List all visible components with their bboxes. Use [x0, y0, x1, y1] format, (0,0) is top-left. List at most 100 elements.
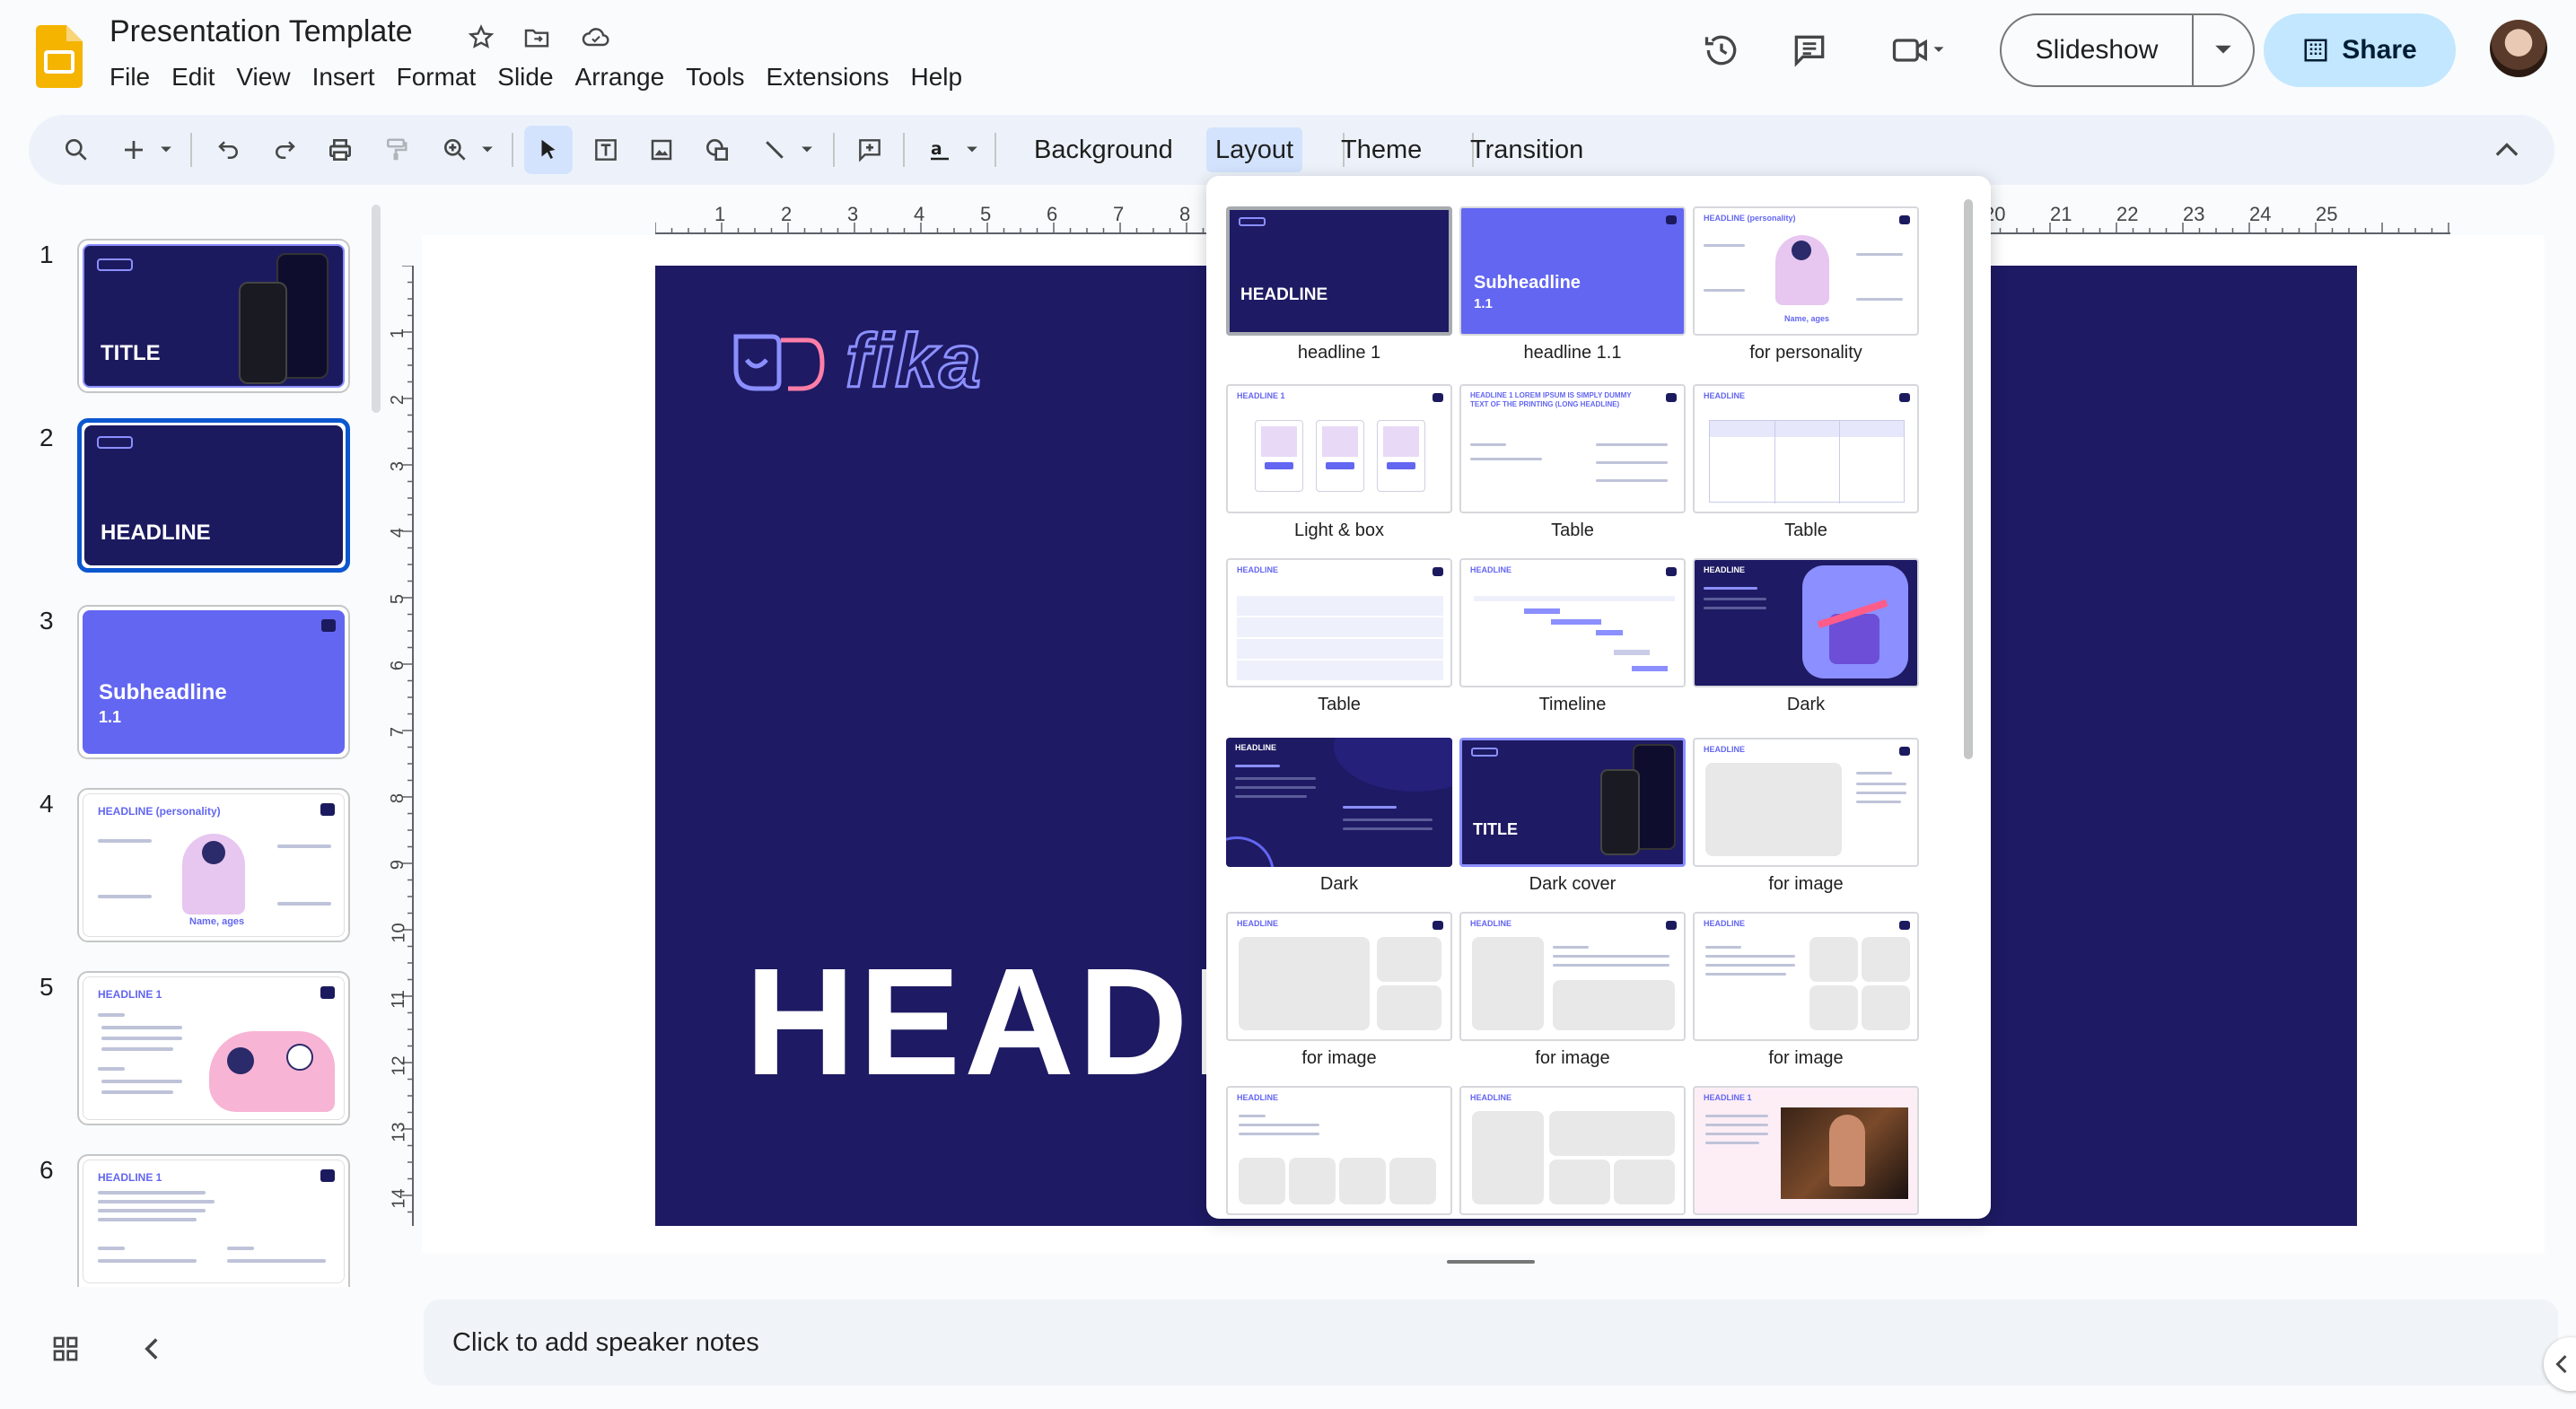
menu-edit[interactable]: Edit	[161, 59, 225, 95]
grid-view-icon[interactable]	[43, 1326, 88, 1371]
move-to-folder-icon[interactable]	[517, 18, 556, 57]
slide-thumb-title: TITLE	[101, 341, 161, 365]
share-button[interactable]: Share	[2264, 13, 2456, 87]
menu-help[interactable]: Help	[900, 59, 974, 95]
layout-label: for image	[1535, 1048, 1610, 1068]
layout-option-table-1[interactable]: HEADLINE 1 LOREM IPSUM IS SIMPLY DUMMY T…	[1459, 384, 1686, 541]
layout-label: Table	[1784, 521, 1827, 540]
fika-logo-text: fika	[845, 318, 983, 405]
avatar[interactable]	[2490, 20, 2547, 77]
line-dropdown-icon[interactable]	[793, 126, 820, 174]
menu-file[interactable]: File	[99, 59, 161, 95]
version-history-icon[interactable]	[1696, 25, 1747, 75]
chevron-down-icon[interactable]	[2194, 15, 2253, 85]
layout-option-dark-cover[interactable]: TITLE Dark cover	[1459, 738, 1686, 895]
transition-button[interactable]: Transition	[1461, 127, 1592, 172]
layout-button[interactable]: Layout	[1206, 127, 1303, 172]
layout-option-headline-1[interactable]: HEADLINE headline 1	[1226, 206, 1452, 363]
zoom-dropdown-icon[interactable]	[474, 126, 501, 174]
svg-text:a: a	[931, 140, 942, 159]
slide-thumbnail-2[interactable]: HEADLINE	[77, 418, 350, 573]
input-tools-dropdown-icon[interactable]	[959, 126, 986, 174]
slide-thumb-title: HEADLINE 1	[98, 1171, 162, 1184]
layout-label: headline 1	[1297, 343, 1381, 363]
theme-button[interactable]: Theme	[1332, 127, 1431, 172]
layout-option-for-image-4[interactable]: HEADLINE for image	[1693, 912, 1919, 1069]
layout-label: for image	[1768, 1048, 1844, 1068]
slide-number: 5	[39, 973, 54, 1001]
layout-option-for-image-1[interactable]: HEADLINE for image	[1693, 738, 1919, 895]
slide-thumbnail-5[interactable]: HEADLINE 1	[77, 971, 350, 1125]
background-button[interactable]: Background	[1025, 127, 1182, 172]
zoom-icon[interactable]	[431, 126, 479, 174]
menu-slide[interactable]: Slide	[486, 59, 564, 95]
layout-option-video[interactable]: HEADLINE 1	[1693, 1086, 1919, 1215]
layout-popup-scrollbar[interactable]	[1964, 199, 1973, 759]
layout-option-for-personality[interactable]: HEADLINE (personality) Name, ages for pe…	[1693, 206, 1919, 363]
input-tools-icon[interactable]: a	[916, 126, 964, 174]
menu-arrange[interactable]: Arrange	[565, 59, 676, 95]
slide-number: 4	[39, 790, 54, 818]
share-building-icon	[2304, 39, 2327, 62]
speaker-notes-placeholder: Click to add speaker notes	[452, 1327, 759, 1357]
slide-thumb-caption: Name, ages	[189, 916, 245, 927]
layout-option-for-image-3[interactable]: HEADLINE for image	[1459, 912, 1686, 1069]
search-menus-icon[interactable]	[52, 126, 101, 174]
slide-thumbnail-3[interactable]: Subheadline 1.1	[77, 605, 350, 759]
layout-label: Timeline	[1538, 695, 1607, 714]
cloud-saved-icon[interactable]	[576, 18, 616, 57]
collapse-toolbar-icon[interactable]	[2483, 126, 2531, 174]
shape-icon[interactable]	[693, 126, 741, 174]
star-icon[interactable]	[461, 18, 501, 57]
layout-option-for-image-2[interactable]: HEADLINE for image	[1226, 912, 1452, 1069]
layout-option-dark-2[interactable]: HEADLINE Dark	[1226, 738, 1452, 895]
select-cursor-icon[interactable]	[524, 126, 573, 174]
layout-option-timeline[interactable]: HEADLINE Timeline	[1459, 558, 1686, 715]
insert-image-icon[interactable]	[637, 126, 686, 174]
layout-option-for-image-5[interactable]: HEADLINE	[1226, 1086, 1452, 1215]
redo-icon[interactable]	[260, 126, 309, 174]
menu-tools[interactable]: Tools	[675, 59, 755, 95]
undo-icon[interactable]	[205, 126, 253, 174]
layout-label: for personality	[1749, 343, 1862, 363]
paint-format-icon[interactable]	[372, 126, 420, 174]
menu-view[interactable]: View	[225, 59, 301, 95]
slideshow-button-group: Slideshow	[2000, 13, 2255, 87]
slide-number: 3	[39, 607, 54, 634]
slide-number: 6	[39, 1156, 54, 1184]
layout-option-for-image-6[interactable]: HEADLINE	[1459, 1086, 1686, 1215]
speaker-notes[interactable]: Click to add speaker notes	[424, 1300, 2558, 1386]
new-slide-icon[interactable]	[110, 126, 158, 174]
slide-thumbnail-1[interactable]: TITLE	[77, 239, 350, 393]
print-icon[interactable]	[316, 126, 364, 174]
slideshow-button[interactable]: Slideshow	[2002, 15, 2194, 85]
document-title[interactable]: Presentation Template	[110, 14, 413, 49]
google-slides-icon[interactable]	[36, 25, 83, 88]
layout-label: for image	[1768, 874, 1844, 894]
slide-thumbnail-6[interactable]: HEADLINE 1	[77, 1154, 350, 1287]
layout-option-light-box[interactable]: HEADLINE 1 Light & box	[1226, 384, 1452, 541]
add-comment-icon[interactable]	[846, 126, 894, 174]
slide-number: 1	[39, 241, 54, 268]
filmstrip-scrollbar[interactable]	[372, 205, 381, 413]
slide-thumbnail-4[interactable]: HEADLINE (personality) Name, ages	[77, 788, 350, 942]
line-icon[interactable]	[750, 126, 799, 174]
new-slide-dropdown-icon[interactable]	[153, 126, 180, 174]
collapse-filmstrip-icon[interactable]	[129, 1326, 174, 1371]
layout-popup: HEADLINE headline 1 Subheadline 1.1 headl…	[1206, 176, 1991, 1219]
menu-bar: File Edit View Insert Format Slide Arran…	[99, 59, 973, 95]
layout-option-dark-1[interactable]: HEADLINE Dark	[1693, 558, 1919, 715]
notes-resize-handle[interactable]	[1447, 1260, 1535, 1264]
meet-camera-icon[interactable]	[1883, 25, 1955, 75]
layout-label: headline 1.1	[1523, 343, 1622, 363]
layout-option-table-3[interactable]: HEADLINE Table	[1226, 558, 1452, 715]
menu-format[interactable]: Format	[386, 59, 487, 95]
layout-option-headline-1-1[interactable]: Subheadline 1.1 headline 1.1	[1459, 206, 1686, 363]
layout-label: Light & box	[1293, 521, 1385, 540]
layout-label: Dark cover	[1529, 874, 1617, 894]
comments-icon[interactable]	[1784, 25, 1835, 75]
menu-extensions[interactable]: Extensions	[756, 59, 900, 95]
text-box-icon[interactable]	[582, 126, 630, 174]
layout-option-table-2[interactable]: HEADLINE Table	[1693, 384, 1919, 541]
menu-insert[interactable]: Insert	[302, 59, 386, 95]
